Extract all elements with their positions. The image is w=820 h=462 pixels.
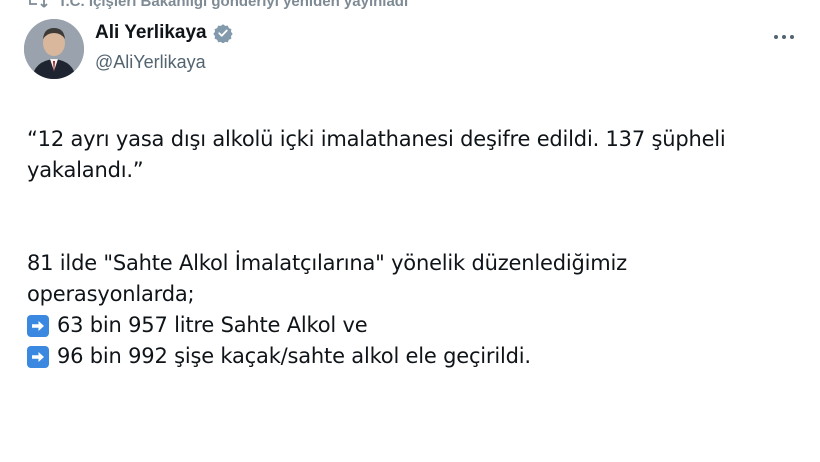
bullet-text: 63 bin 957 litre Sahte Alkol ve xyxy=(57,313,368,337)
body-line: 81 ilde "Sahte Alkol İmalatçılarına" yön… xyxy=(27,251,627,275)
repost-text: T.C. İçişleri Bakanlığı gönderiyi yenide… xyxy=(58,0,409,10)
quote-line: yakalandı.” xyxy=(27,158,144,182)
repost-icon xyxy=(26,0,48,9)
tweet-text: “12 ayrı yasa dışı alkolü içki imalathan… xyxy=(27,124,797,372)
avatar[interactable] xyxy=(24,19,84,79)
more-icon xyxy=(774,35,778,39)
body-line: operasyonlarda; xyxy=(27,282,195,306)
author-handle[interactable]: @AliYerlikaya xyxy=(95,52,233,73)
bullet-item: 63 bin 957 litre Sahte Alkol ve xyxy=(27,310,797,341)
verified-badge-icon xyxy=(212,23,233,44)
right-arrow-icon xyxy=(27,345,49,368)
bullet-item: 96 bin 992 şişe kaçak/sahte alkol ele ge… xyxy=(27,341,797,372)
right-arrow-icon xyxy=(27,314,49,337)
more-icon-dot xyxy=(790,35,794,39)
more-options-button[interactable] xyxy=(766,28,802,46)
more-icon-dot xyxy=(782,35,786,39)
quote-line: “12 ayrı yasa dışı alkolü içki imalathan… xyxy=(27,127,726,151)
bullet-text: 96 bin 992 şişe kaçak/sahte alkol ele ge… xyxy=(57,344,531,368)
tweet-header: Ali Yerlikaya @AliYerlikaya xyxy=(95,20,233,73)
repost-indicator[interactable]: T.C. İçişleri Bakanlığı gönderiyi yenide… xyxy=(26,0,408,11)
author-name[interactable]: Ali Yerlikaya xyxy=(95,22,207,44)
